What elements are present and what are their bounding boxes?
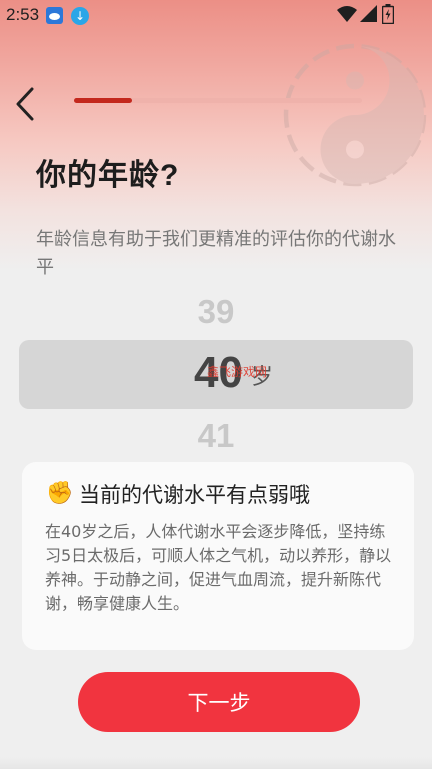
- step-progress-fill: [74, 98, 132, 103]
- picker-option-previous[interactable]: 39: [0, 293, 432, 331]
- picker-option-next[interactable]: 41: [0, 417, 432, 455]
- metabolism-info-card: ✊ 当前的代谢水平有点弱哦 在40岁之后，人体代谢水平会逐步降低，坚持练习5日太…: [22, 462, 414, 650]
- bottom-edge: [0, 757, 432, 769]
- chevron-left-icon: [16, 87, 34, 121]
- signal-icon: [360, 5, 377, 28]
- age-picker[interactable]: 39 40 岁 鑫飞游戏网 41: [0, 290, 432, 460]
- picker-selected-row[interactable]: 40 岁 鑫飞游戏网: [19, 340, 413, 409]
- page-title: 你的年龄?: [36, 159, 180, 192]
- next-step-button[interactable]: 下一步: [78, 672, 360, 732]
- news-icon: [46, 7, 63, 24]
- wifi-icon: [337, 5, 357, 28]
- battery-icon: [381, 4, 395, 29]
- card-title: 当前的代谢水平有点弱哦: [79, 483, 310, 507]
- yin-yang-decoration-icon: [283, 43, 427, 187]
- watermark-text: 鑫飞游戏网: [207, 365, 268, 379]
- back-button[interactable]: [10, 84, 44, 124]
- status-bar: 2:53 ↓: [0, 0, 432, 30]
- step-progress-bar: [74, 98, 362, 103]
- fist-icon: ✊: [46, 481, 74, 506]
- page-subtitle: 年龄信息有助于我们更精准的评估你的代谢水平: [36, 229, 396, 278]
- card-body: 在40岁之后，人体代谢水平会逐步降低，坚持练习5日太极后，可顺人体之气机，动以养…: [45, 522, 392, 613]
- status-time: 2:53: [6, 5, 40, 24]
- download-icon: ↓: [71, 7, 89, 25]
